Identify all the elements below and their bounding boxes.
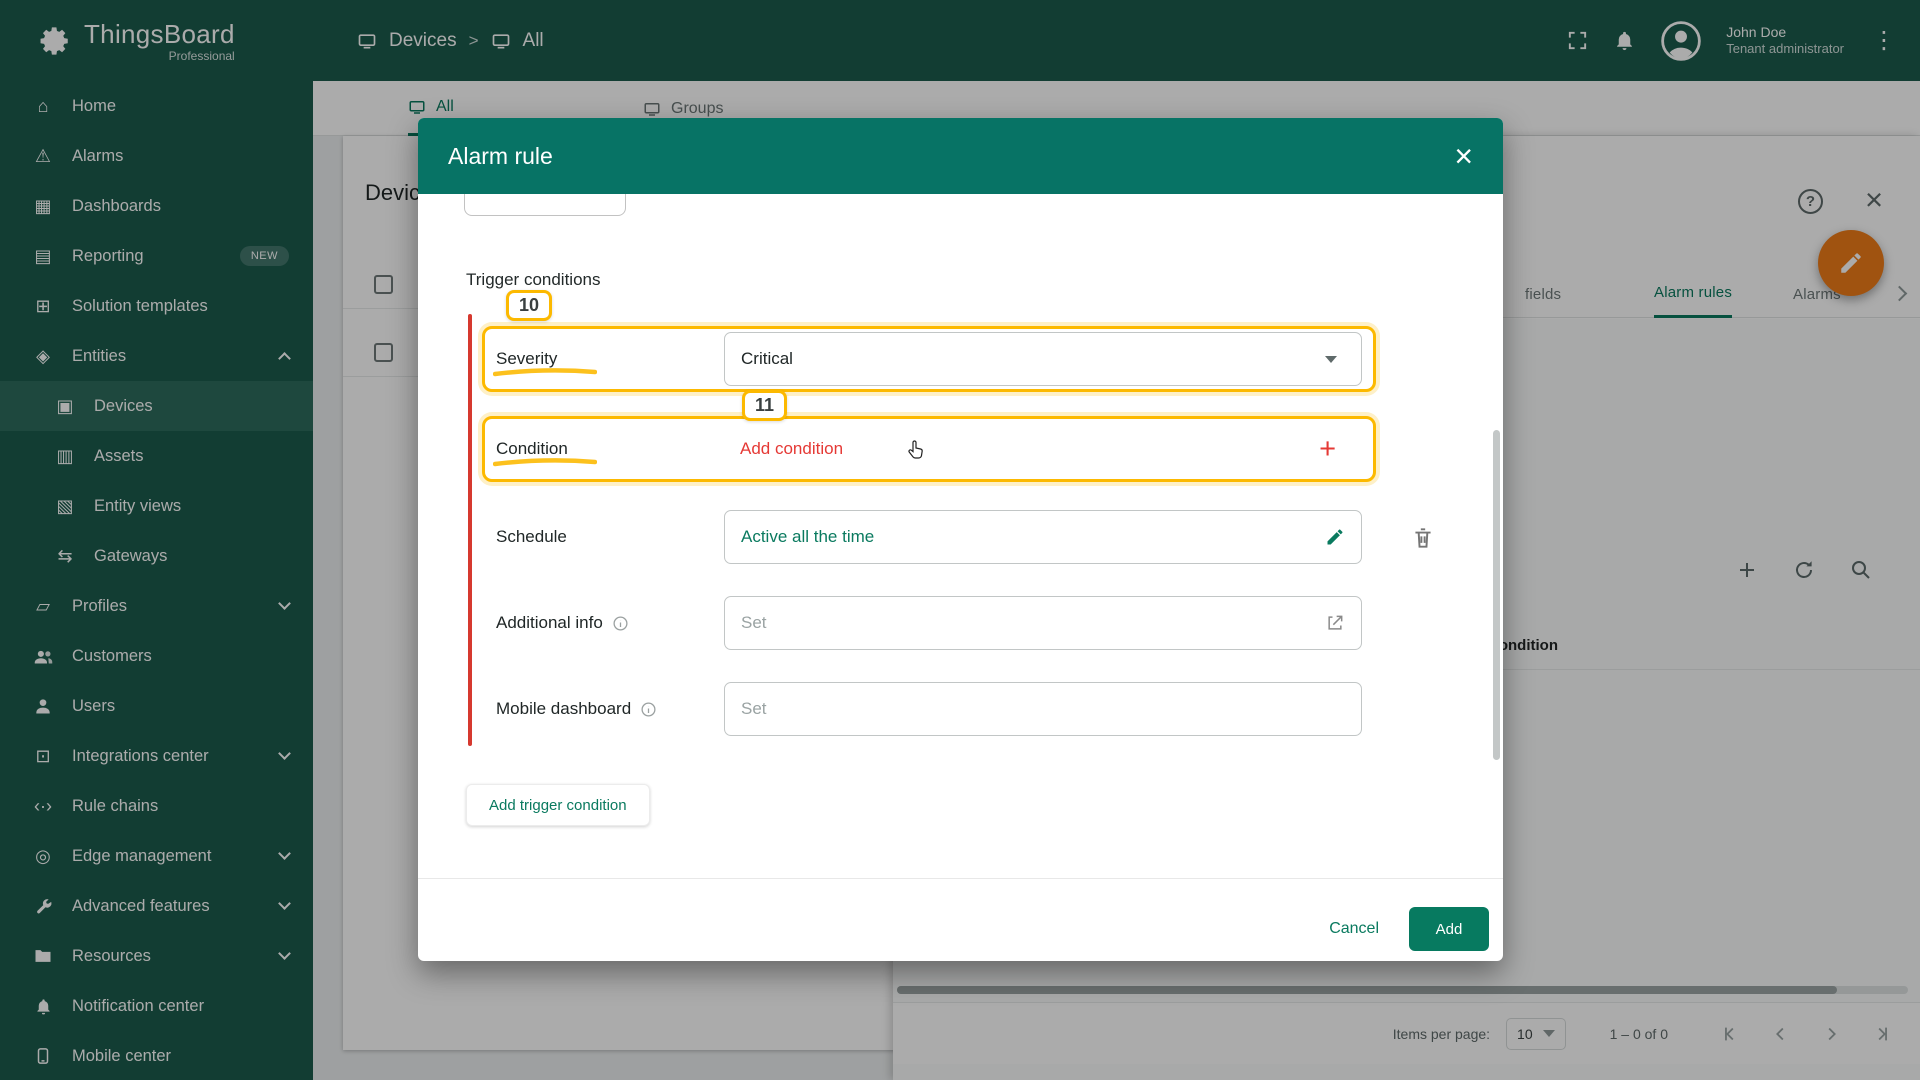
schedule-label: Schedule [496,527,724,547]
trigger-conditions-title: Trigger conditions [466,270,601,289]
add-button[interactable]: Add [1409,907,1489,951]
yellow-marker-underline [493,368,597,377]
additional-info-row: Additional info Set [482,592,1376,654]
additional-info-field[interactable]: Set [724,596,1362,650]
mobile-dashboard-row: Mobile dashboard Set [482,678,1376,740]
info-icon [612,615,629,632]
mobile-dashboard-field[interactable]: Set [724,682,1362,736]
condition-label: Condition [493,439,724,467]
severity-row: Severity Critical [482,326,1376,392]
add-trigger-condition-button[interactable]: Add trigger condition [466,784,650,826]
schedule-edit-pencil-icon[interactable] [1325,527,1345,547]
add-condition-area[interactable]: Add condition + [724,422,1362,476]
severity-select[interactable]: Critical [724,332,1362,386]
additional-info-label: Additional info [496,613,724,633]
mobile-dashboard-placeholder: Set [741,699,767,718]
dialog-title: Alarm rule [448,142,553,169]
tutorial-step-badge-10: 10 [506,290,553,321]
additional-info-label-text: Additional info [496,613,603,632]
severity-label-text: Severity [496,349,558,368]
condition-row: Condition Add condition + [482,416,1376,482]
cancel-button[interactable]: Cancel [1329,920,1379,938]
dialog-body: Trigger conditions Severity Critical Con… [418,194,1503,897]
condition-label-text: Condition [496,439,568,458]
schedule-row: Schedule Active all the time [482,506,1376,568]
mobile-dashboard-label: Mobile dashboard [496,699,724,719]
dialog-close-icon[interactable]: × [1454,140,1473,172]
yellow-marker-underline [493,458,597,467]
vertical-scrollbar-thumb[interactable] [1493,430,1500,760]
scrolled-field-fragment [464,194,626,216]
dialog-header: Alarm rule × [418,118,1503,194]
info-icon [640,701,657,718]
schedule-label-text: Schedule [496,527,567,546]
severity-label: Severity [493,349,724,377]
mobile-dashboard-label-text: Mobile dashboard [496,699,632,718]
cursor-pointer-icon [904,438,928,462]
delete-trigger-trash-icon[interactable] [1410,525,1436,551]
schedule-field[interactable]: Active all the time [724,510,1362,564]
add-condition-link[interactable]: Add condition [740,439,843,459]
dropdown-caret-icon [1325,355,1337,363]
severity-value: Critical [741,349,793,368]
schedule-value: Active all the time [741,527,875,546]
tutorial-step-badge-11: 11 [742,390,788,421]
required-indicator-bar [468,314,472,746]
dialog-footer: Cancel Add [418,897,1503,961]
additional-info-placeholder: Set [741,613,767,632]
open-in-new-icon[interactable] [1325,613,1345,633]
alarm-rule-dialog: Alarm rule × Trigger conditions Severity… [418,118,1503,961]
section-divider [418,878,1503,879]
add-condition-plus-icon[interactable]: + [1319,434,1336,464]
